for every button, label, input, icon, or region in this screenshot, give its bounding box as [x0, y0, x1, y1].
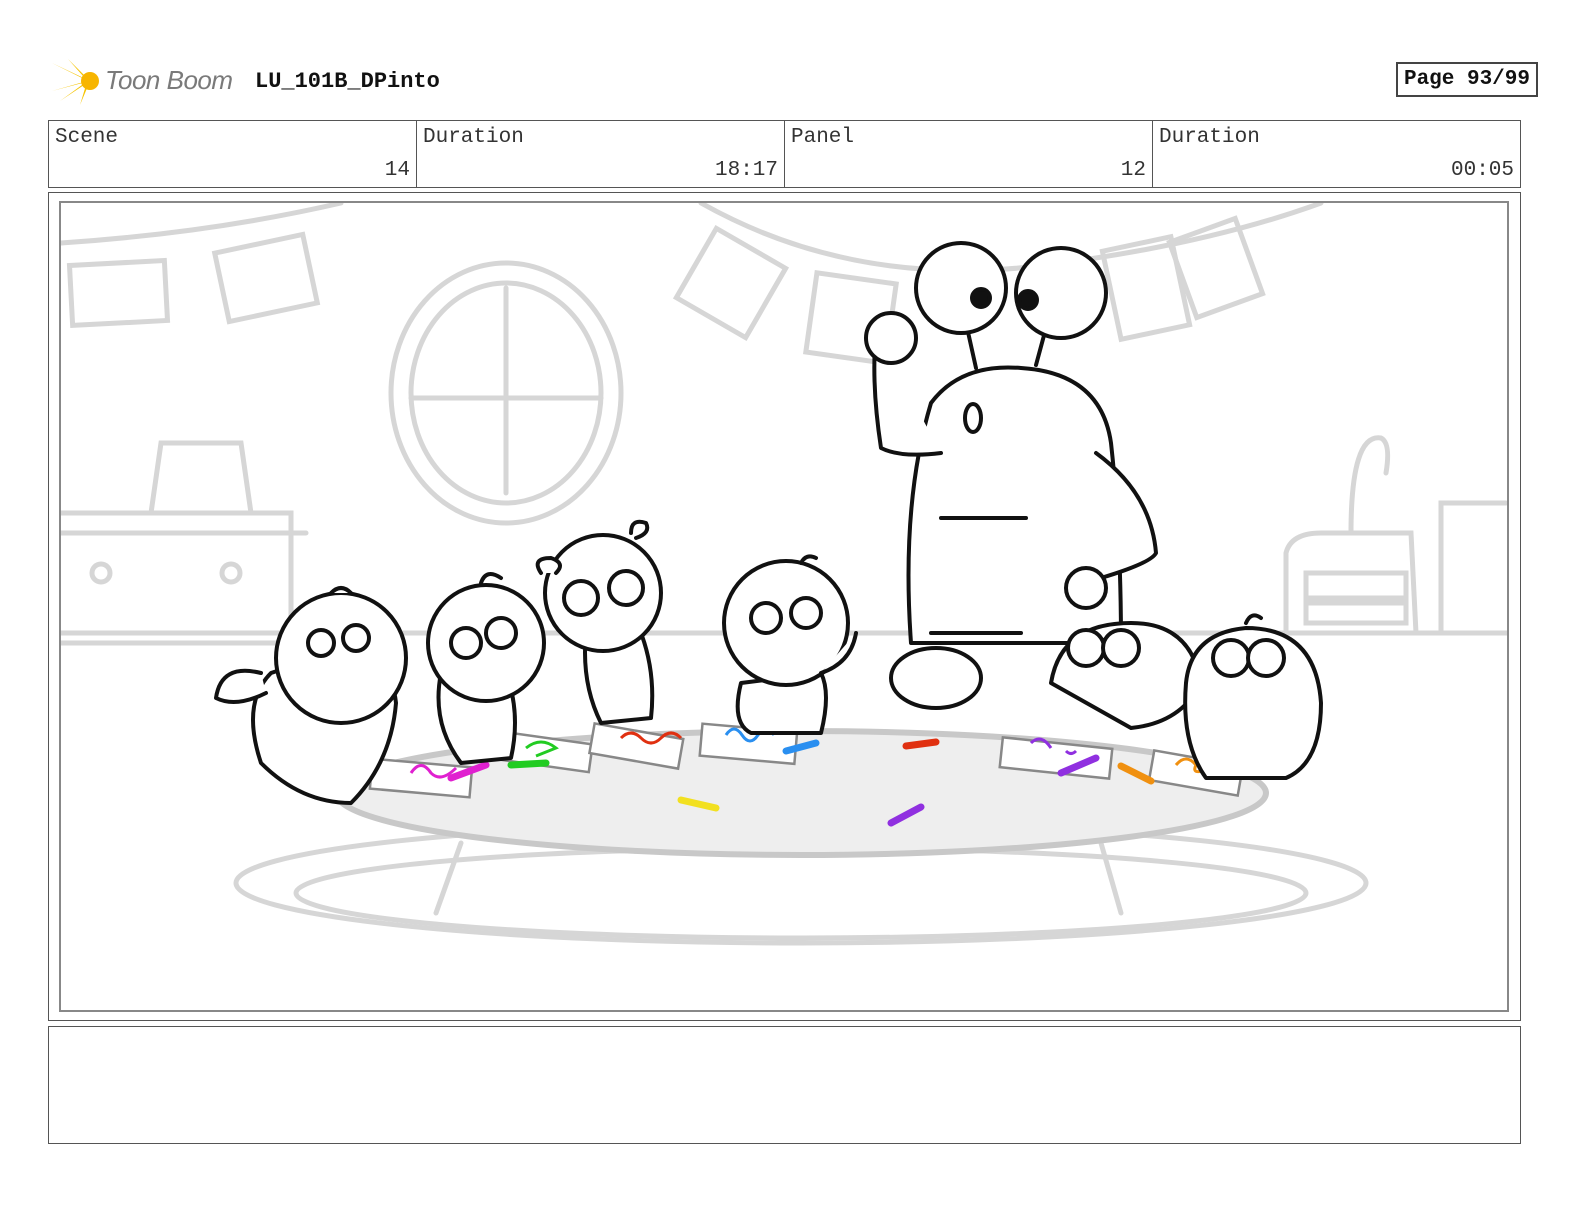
panel-notes [48, 1026, 1521, 1144]
starburst-icon [50, 59, 99, 105]
scene-cell: Scene 14 [49, 121, 417, 187]
scene-duration-value: 18:17 [714, 159, 778, 182]
panel-duration-value: 00:05 [1450, 159, 1514, 182]
panel-cell: Panel 12 [785, 121, 1153, 187]
page-number: Page 93/99 [1395, 62, 1538, 97]
scene-label: Scene [55, 126, 119, 149]
storyboard-sketch [61, 203, 1507, 946]
scene-duration-cell: Duration 18:17 [417, 121, 785, 187]
scene-duration-label: Duration [423, 126, 524, 149]
scene-info-table: Scene 14 Duration 18:17 Panel 12 Duratio… [48, 120, 1521, 188]
panel-frame [48, 192, 1521, 1021]
document-title: LU_101B_DPinto [255, 69, 440, 94]
characters [214, 241, 1323, 805]
panel-value: 12 [1120, 159, 1146, 182]
panel-duration-cell: Duration 00:05 [1153, 121, 1520, 187]
panel-image [59, 201, 1509, 1012]
panel-duration-label: Duration [1159, 126, 1260, 149]
panel-label: Panel [791, 126, 855, 149]
scene-value: 14 [384, 159, 410, 182]
header: Toon Boom LU_101B_DPinto Page 93/99 [50, 55, 1538, 107]
logo-text: Toon Boom [105, 65, 233, 95]
toon-boom-logo: Toon Boom [50, 55, 240, 107]
